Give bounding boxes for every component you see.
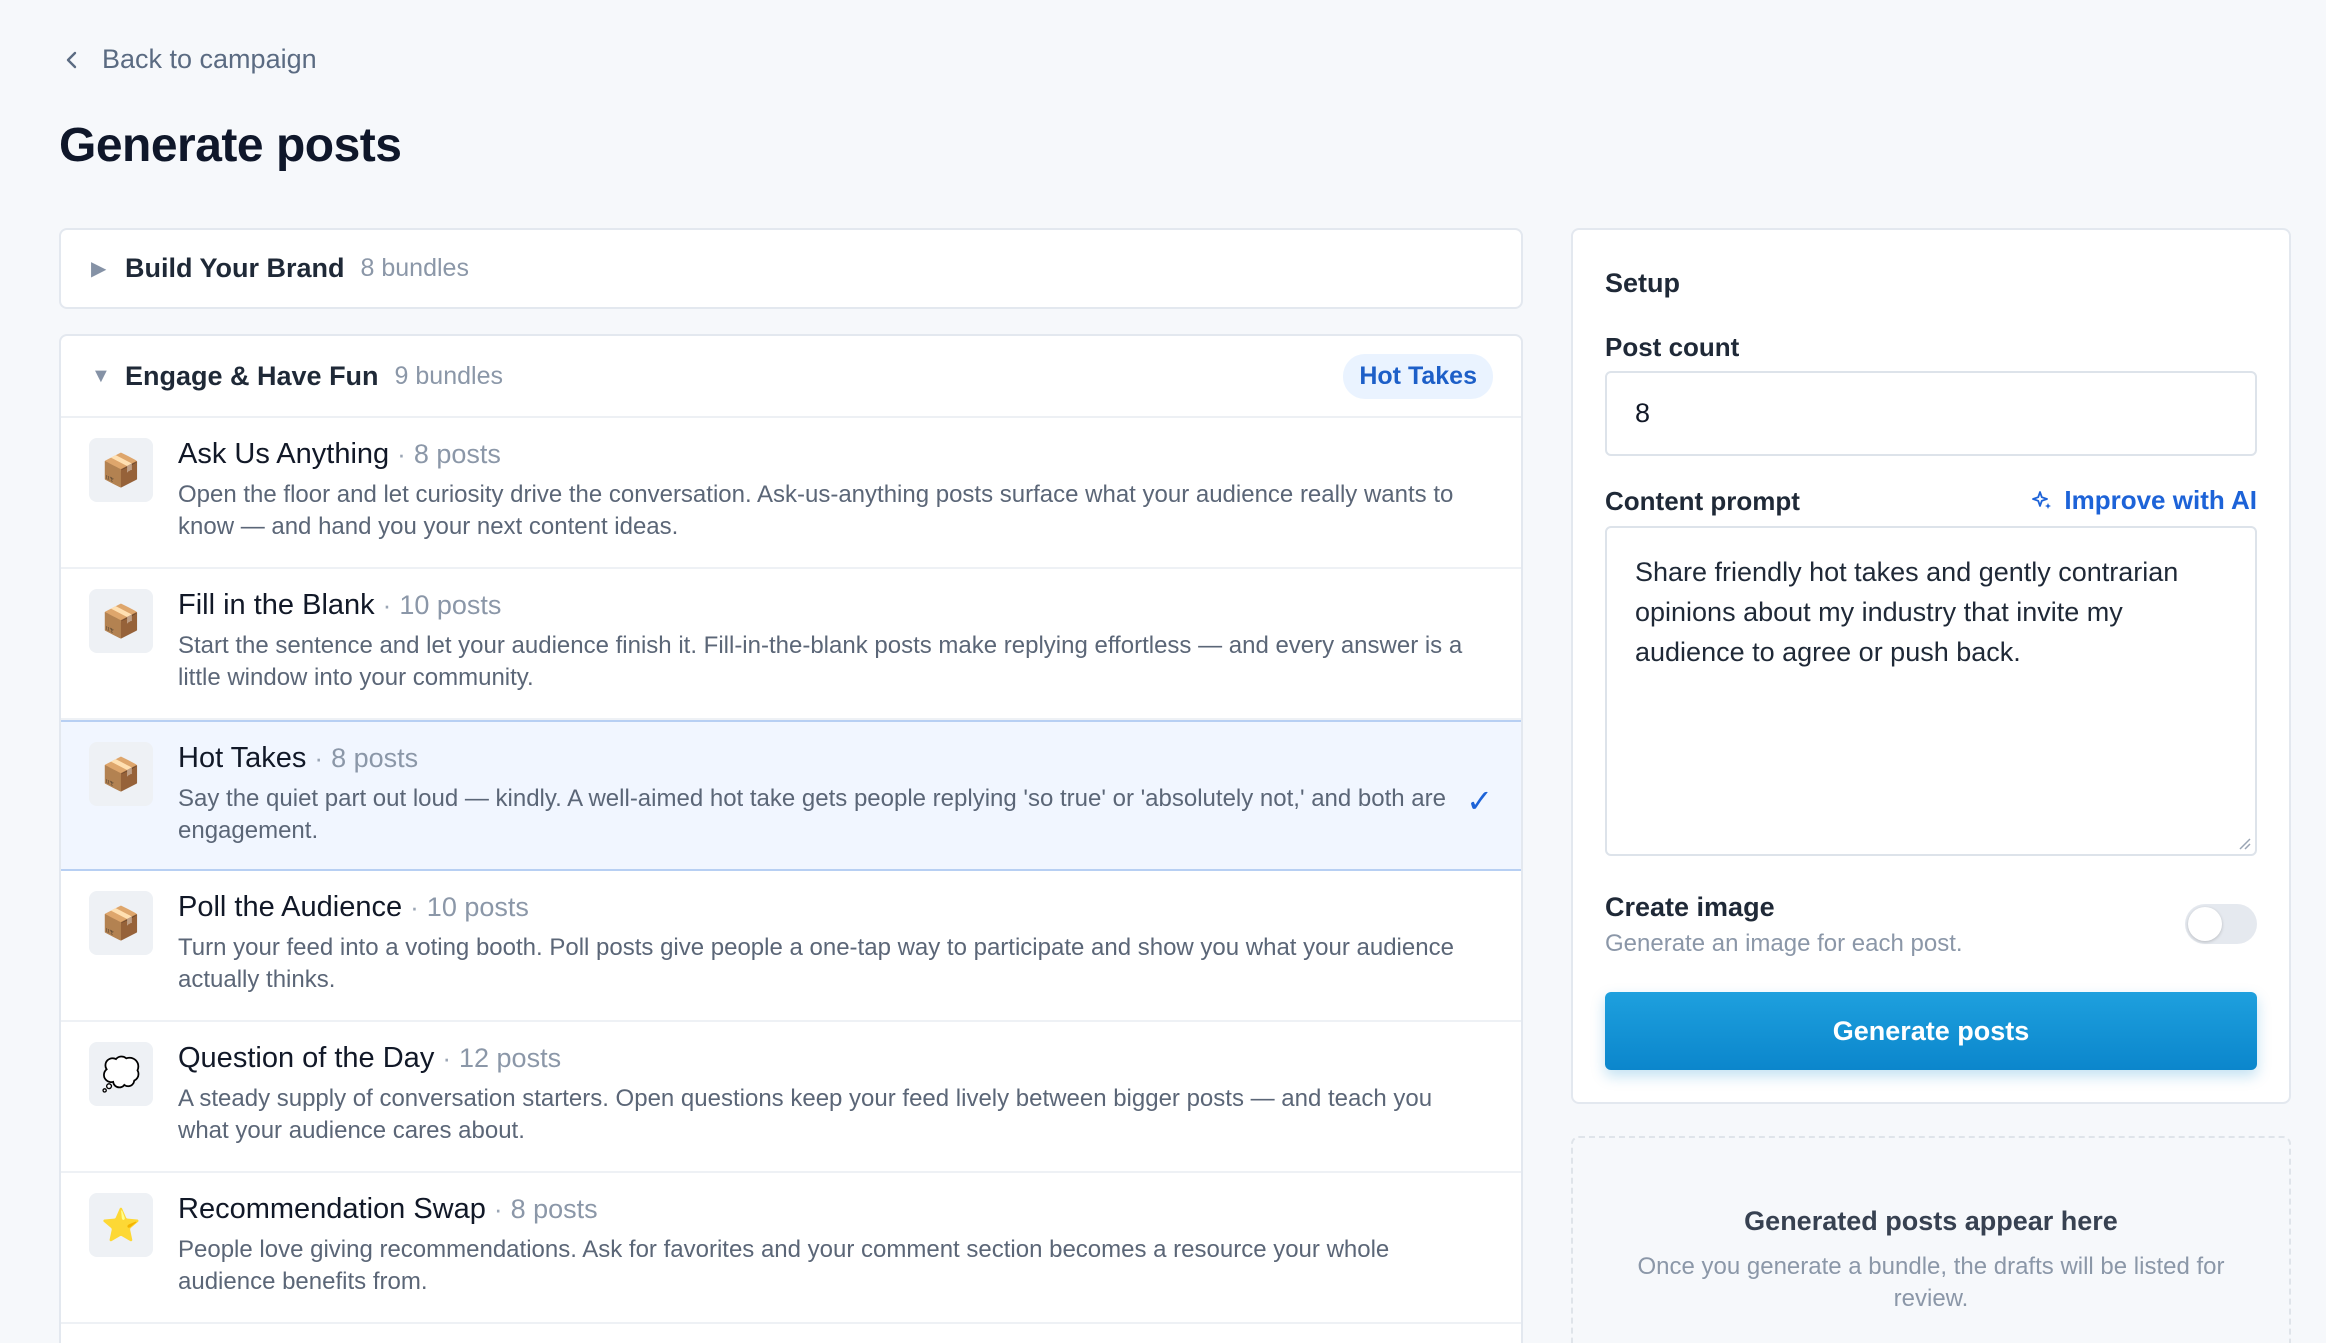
group-name: Build Your Brand bbox=[125, 253, 345, 283]
checkmark-icon: ✓ bbox=[1466, 783, 1493, 819]
bundle-title: Poll the Audience bbox=[178, 891, 403, 923]
bundle-title: Question of the Day bbox=[178, 1042, 435, 1074]
generated-posts-empty-state: Generated posts appear here Once you gen… bbox=[1571, 1136, 2291, 1343]
bundle-post-count: 8 posts bbox=[413, 439, 501, 469]
empty-state-description: Once you generate a bundle, the drafts w… bbox=[1637, 1253, 2225, 1312]
bundle-hot-takes[interactable]: 📦 Hot Takes · 8 posts Say the quiet part… bbox=[61, 720, 1521, 871]
post-count-label: Post count bbox=[1605, 332, 1740, 362]
page: Back to campaign Generate posts ▶ Build … bbox=[0, 0, 2326, 1343]
bundle-ask-us-anything[interactable]: 📦 Ask Us Anything · 8 posts Open the flo… bbox=[61, 418, 1521, 569]
improve-label: Improve with AI bbox=[2064, 485, 2257, 515]
content-prompt-textarea[interactable]: Share friendly hot takes and gently cont… bbox=[1605, 526, 2257, 856]
back-link-label: Back to campaign bbox=[102, 44, 317, 74]
group-header[interactable]: ▼ Engage & Have Fun 9 bundles Hot Takes bbox=[61, 336, 1521, 418]
package-icon: 📦 bbox=[89, 742, 153, 806]
group-name: Engage & Have Fun bbox=[125, 360, 379, 391]
create-image-label: Create image bbox=[1605, 892, 1775, 922]
create-image-toggle[interactable] bbox=[2185, 904, 2257, 944]
improve-with-ai-button[interactable]: Improve with AI bbox=[2030, 485, 2257, 516]
bundle-post-count: 8 posts bbox=[331, 743, 419, 773]
content-prompt-text: Share friendly hot takes and gently cont… bbox=[1635, 557, 2179, 667]
bundle-fill-in-the-blank[interactable]: 📦 Fill in the Blank · 10 posts Start the… bbox=[61, 569, 1521, 720]
package-icon: 📦 bbox=[89, 589, 153, 653]
empty-state-title: Generated posts appear here bbox=[1744, 1206, 2118, 1236]
post-count-input[interactable]: 8 bbox=[1605, 371, 2257, 456]
back-to-campaign-link[interactable]: Back to campaign bbox=[60, 44, 317, 75]
generate-posts-button[interactable]: Generate posts bbox=[1605, 992, 2257, 1070]
bundle-post-count: 10 posts bbox=[426, 892, 529, 922]
bundle-description: People love giving recommendations. Ask … bbox=[178, 1236, 1390, 1295]
separator: · bbox=[314, 743, 324, 773]
bundle-description: Turn your feed into a voting booth. Poll… bbox=[178, 934, 1454, 993]
toggle-knob bbox=[2188, 907, 2222, 941]
content-prompt-label: Content prompt bbox=[1605, 486, 1800, 516]
bundle-description: Say the quiet part out loud — kindly. A … bbox=[178, 785, 1446, 844]
resize-handle-icon[interactable] bbox=[2237, 836, 2251, 850]
separator: · bbox=[382, 590, 392, 620]
create-image-description: Generate an image for each post. bbox=[1605, 930, 1963, 957]
separator: · bbox=[410, 892, 419, 922]
caret-down-icon: ▼ bbox=[91, 364, 111, 387]
setup-card: Setup Post count 8 Content prompt Improv… bbox=[1571, 228, 2291, 1104]
sparkle-icon bbox=[2032, 490, 2052, 509]
group-count: 8 bundles bbox=[360, 254, 469, 282]
bundle-title: Fill in the Blank bbox=[178, 589, 375, 621]
bundle-recommendation-swap[interactable]: ⭐ Recommendation Swap · 8 posts People l… bbox=[61, 1173, 1521, 1324]
group-build-your-brand[interactable]: ▶ Build Your Brand 8 bundles bbox=[59, 228, 1523, 309]
setup-title: Setup bbox=[1605, 268, 1681, 298]
bundle-question-of-the-day[interactable]: 💭 Question of the Day · 12 posts A stead… bbox=[61, 1022, 1521, 1173]
thought-bubble-icon: 💭 bbox=[89, 1042, 153, 1106]
star-icon: ⭐ bbox=[89, 1193, 153, 1257]
separator: · bbox=[442, 1043, 451, 1073]
bundle-post-count: 12 posts bbox=[459, 1043, 562, 1073]
page-title: Generate posts bbox=[59, 119, 402, 172]
bundle-title: Hot Takes bbox=[178, 742, 307, 774]
bundle-description: Start the sentence and let your audience… bbox=[178, 632, 1463, 691]
selected-bundle-badge: Hot Takes bbox=[1343, 353, 1493, 399]
bundle-title: Recommendation Swap bbox=[178, 1193, 486, 1225]
bundle-poll-the-audience[interactable]: 📦 Poll the Audience · 10 posts Turn your… bbox=[61, 871, 1521, 1022]
caret-right-icon: ▶ bbox=[91, 258, 107, 280]
bundle-post-count: 8 posts bbox=[510, 1194, 598, 1224]
group-engage-have-fun: ▼ Engage & Have Fun 9 bundles Hot Takes … bbox=[59, 334, 1523, 1343]
separator: · bbox=[397, 439, 406, 469]
bundle-description: A steady supply of conversation starters… bbox=[178, 1085, 1433, 1144]
group-count: 9 bundles bbox=[394, 361, 503, 390]
bundle-title: Ask Us Anything bbox=[178, 438, 390, 470]
bundle-groups: ▶ Build Your Brand 8 bundles ▼ Engage & … bbox=[59, 228, 1523, 1343]
bundle-description: Open the floor and let curiosity drive t… bbox=[178, 481, 1454, 540]
chevron-left-icon bbox=[66, 51, 77, 68]
bundle-post-count: 10 posts bbox=[399, 590, 502, 620]
separator: · bbox=[493, 1194, 503, 1224]
package-icon: 📦 bbox=[89, 891, 153, 955]
package-icon: 📦 bbox=[89, 438, 153, 502]
